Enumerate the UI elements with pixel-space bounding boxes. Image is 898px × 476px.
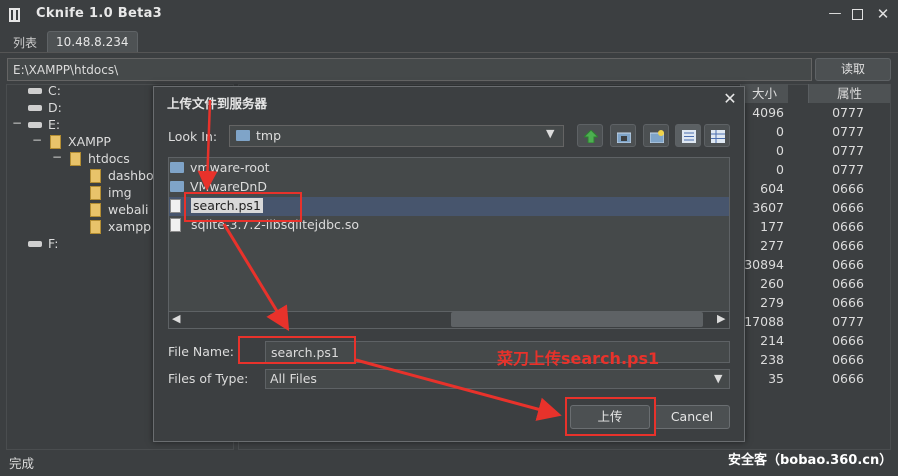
annotation-arrow (222, 223, 290, 332)
annotation-arrow (197, 99, 218, 191)
annotation-arrows (197, 99, 562, 421)
annotation-arrow (355, 358, 562, 421)
